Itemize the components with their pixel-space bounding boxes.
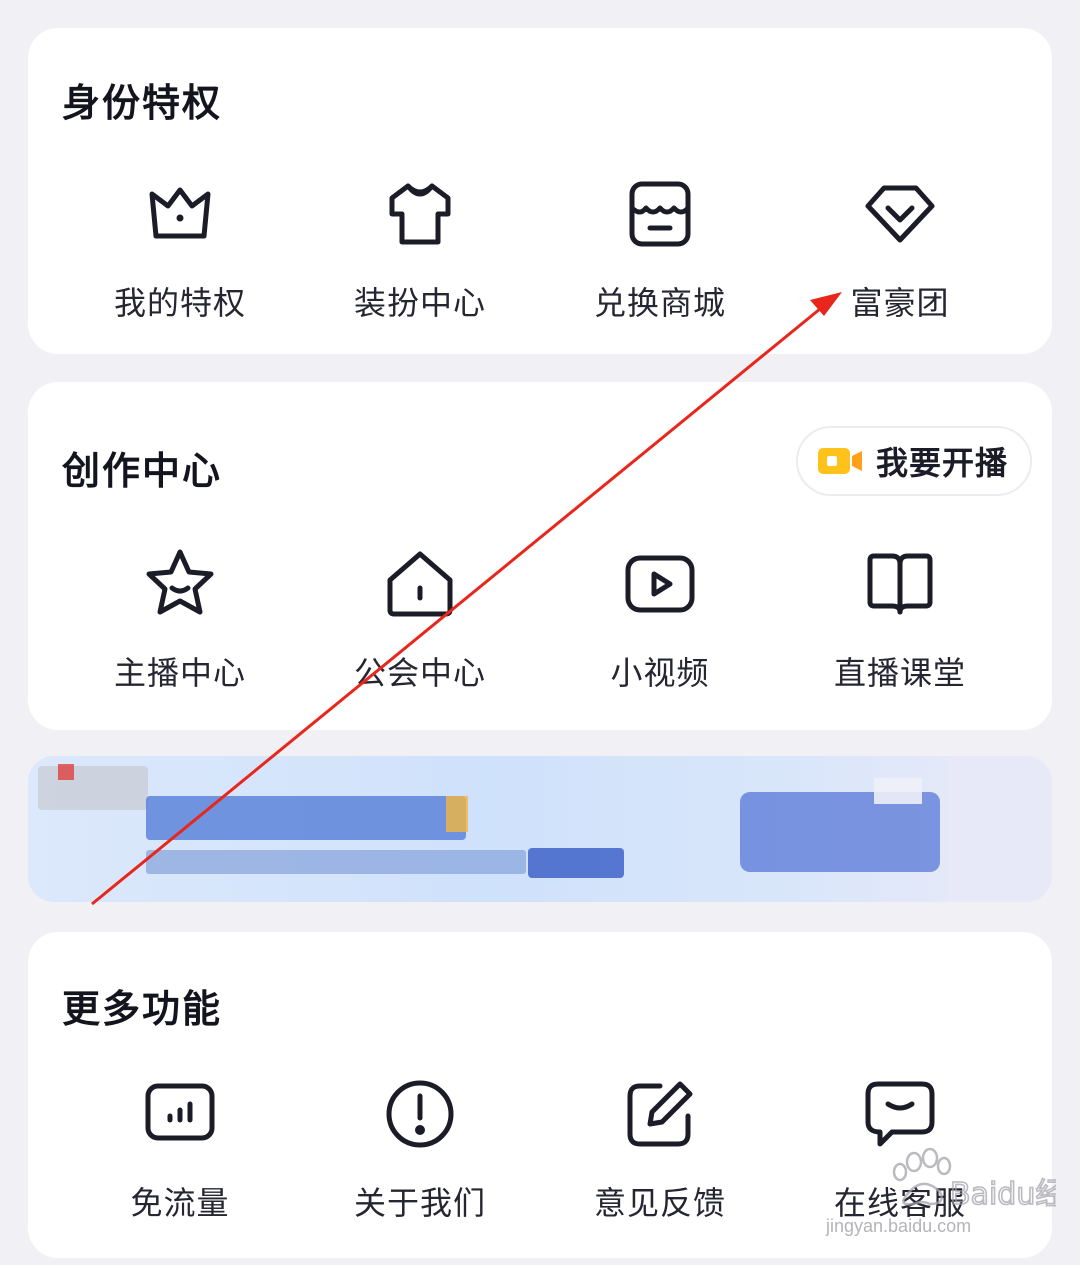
entry-label: 兑换商城	[593, 284, 726, 322]
app-screen: 身份特权 我的特权 装扮中心 兑换商城 富豪团 创作中心 我要开播 主播中心 公…	[0, 0, 1080, 1265]
watermark-url: jingyan.baidu.com	[826, 1216, 972, 1236]
entry-label: 直播课堂	[833, 654, 966, 692]
guild-center-entry[interactable]: 公会中心	[300, 546, 540, 706]
entry-label: 关于我们	[353, 1184, 486, 1222]
diamond-icon	[862, 176, 938, 252]
video-camera-icon	[817, 448, 862, 474]
entry-label: 公会中心	[353, 654, 486, 692]
info-exclamation-icon	[382, 1076, 458, 1152]
feedback-entry[interactable]: 意见反馈	[540, 1076, 780, 1236]
section-title-creation: 创作中心	[62, 449, 223, 493]
privileges-grid: 我的特权 装扮中心 兑换商城 富豪团	[28, 176, 1052, 336]
play-video-icon	[622, 546, 698, 622]
rich-club-entry[interactable]: 富豪团	[780, 176, 1020, 336]
paw-logo-icon: Baidu经验	[892, 1147, 1080, 1213]
entry-label: 装扮中心	[353, 284, 486, 322]
section-title-privileges: 身份特权	[62, 81, 223, 125]
entry-label: 主播中心	[113, 654, 246, 692]
banner-blurred-accent	[446, 796, 468, 832]
house-icon	[382, 546, 458, 622]
tshirt-icon	[382, 176, 458, 252]
book-icon	[862, 546, 938, 622]
store-icon	[622, 176, 698, 252]
creation-grid: 主播中心 公会中心 小视频 直播课堂	[28, 546, 1052, 706]
star-face-icon	[142, 546, 218, 622]
start-live-button[interactable]: 我要开播	[795, 426, 1032, 496]
entry-label: 意见反馈	[593, 1184, 726, 1222]
anchor-center-entry[interactable]: 主播中心	[60, 546, 300, 706]
free-data-entry[interactable]: 免流量	[60, 1076, 300, 1236]
banner-blurred-headline	[146, 796, 466, 840]
section-title-more: 更多功能	[62, 987, 223, 1031]
entry-label: 我的特权	[113, 284, 246, 322]
banner-blurred-dot	[58, 764, 74, 780]
watermark-brand: Baidu经验	[950, 1177, 1056, 1212]
edit-pencil-icon	[622, 1076, 698, 1152]
creation-card: 创作中心 我要开播 主播中心 公会中心 小视频 直播课堂	[28, 382, 1052, 730]
promo-banner[interactable]	[28, 756, 1052, 902]
entry-label: 免流量	[130, 1184, 230, 1222]
banner-blurred-figure	[740, 792, 940, 872]
watermark: Baidu经验 jingyan.baidu.com	[826, 1144, 1080, 1244]
banner-blurred-badge	[874, 778, 922, 804]
live-class-entry[interactable]: 直播课堂	[780, 546, 1020, 706]
signal-bars-icon	[142, 1076, 218, 1152]
exchange-mall-entry[interactable]: 兑换商城	[540, 176, 780, 336]
entry-label: 小视频	[610, 654, 710, 692]
privileges-card: 身份特权 我的特权 装扮中心 兑换商城 富豪团	[28, 28, 1052, 354]
chat-bubble-icon	[862, 1076, 938, 1152]
start-live-label: 我要开播	[875, 444, 1008, 482]
dress-up-center-entry[interactable]: 装扮中心	[300, 176, 540, 336]
my-privileges-entry[interactable]: 我的特权	[60, 176, 300, 336]
crown-icon	[142, 176, 218, 252]
banner-blurred-subtitle	[146, 850, 526, 874]
about-us-entry[interactable]: 关于我们	[300, 1076, 540, 1236]
banner-blurred-tag	[38, 766, 148, 810]
banner-blurred-button	[528, 848, 624, 878]
banner-blurred-edge	[948, 756, 1052, 902]
short-video-entry[interactable]: 小视频	[540, 546, 780, 706]
entry-label: 富豪团	[850, 284, 950, 322]
